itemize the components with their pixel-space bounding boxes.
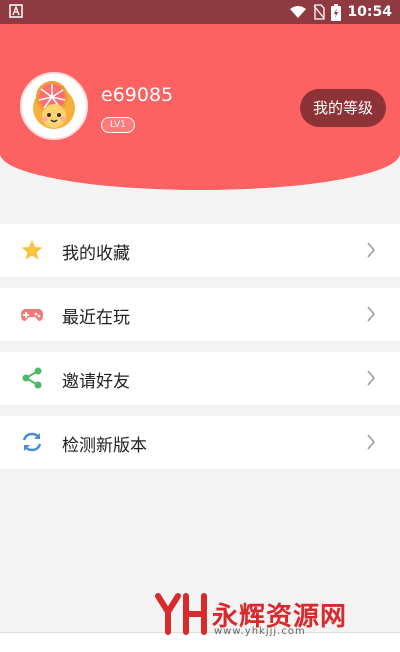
watermark: 永辉资源网 www.yhkjjj.com bbox=[154, 592, 394, 637]
menu-item-check-update[interactable]: 检测新版本 bbox=[0, 416, 400, 469]
gamepad-icon bbox=[21, 309, 43, 321]
chevron-right-icon bbox=[367, 306, 375, 322]
username: e69085 bbox=[101, 84, 174, 106]
menu-item-favorites[interactable]: 我的收藏 bbox=[0, 224, 400, 277]
share-icon bbox=[22, 367, 42, 389]
a-icon bbox=[9, 4, 23, 18]
battery-icon bbox=[331, 3, 342, 21]
menu-label: 最近在玩 bbox=[62, 308, 130, 328]
avatar[interactable] bbox=[20, 72, 88, 140]
star-icon bbox=[21, 240, 43, 260]
menu-label: 我的收藏 bbox=[62, 244, 130, 264]
status-time: 10:54 bbox=[347, 4, 392, 20]
watermark-subtitle: www.yhkjjj.com bbox=[214, 626, 306, 637]
wifi-icon bbox=[290, 6, 307, 18]
chevron-right-icon bbox=[367, 370, 375, 386]
refresh-icon bbox=[22, 432, 42, 452]
sim-off-icon bbox=[313, 4, 326, 20]
grapefruit-avatar-icon bbox=[33, 81, 75, 129]
my-level-button[interactable]: 我的等级 bbox=[300, 89, 386, 127]
menu-label: 邀请好友 bbox=[62, 372, 130, 392]
watermark-logo-icon bbox=[155, 593, 207, 635]
menu-item-invite-friends[interactable]: 邀请好友 bbox=[0, 352, 400, 405]
level-badge: LV1 bbox=[101, 117, 135, 133]
status-bar: 10:54 bbox=[0, 0, 400, 24]
menu-label: 检测新版本 bbox=[62, 436, 147, 456]
chevron-right-icon bbox=[367, 242, 375, 258]
menu-item-recently-played[interactable]: 最近在玩 bbox=[0, 288, 400, 341]
chevron-right-icon bbox=[367, 434, 375, 450]
